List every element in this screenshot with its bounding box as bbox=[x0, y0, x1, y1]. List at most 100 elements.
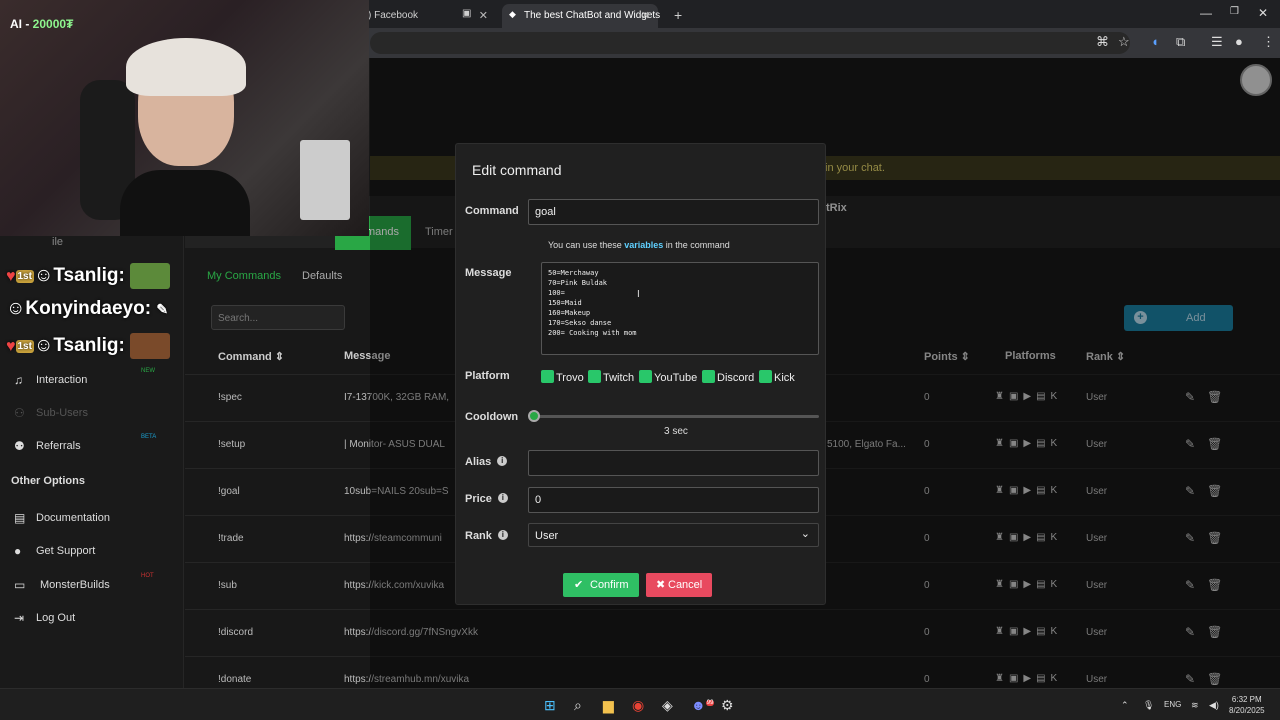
info-icon[interactable]: i bbox=[497, 530, 508, 540]
edit-command-modal: Edit command Command goal You can use th… bbox=[455, 143, 826, 605]
cancel-button[interactable]: ✖ Cancel bbox=[646, 573, 712, 597]
modal-title: Edit command bbox=[472, 162, 562, 178]
sidebar-section-other: Other Options bbox=[11, 475, 85, 487]
cooldown-value: 3 sec bbox=[664, 426, 688, 437]
cooldown-slider-handle[interactable] bbox=[528, 410, 540, 422]
tray-chevron-up-icon[interactable]: ⌃ bbox=[1121, 700, 1129, 711]
text-cursor-icon: I bbox=[637, 289, 640, 300]
chat-message: ♥ 1st ☺Tsanlig: bbox=[6, 263, 171, 289]
platform-label: Platform bbox=[465, 370, 510, 382]
microphone-icon[interactable]: 🎙 bbox=[1143, 700, 1154, 711]
rank-select[interactable]: User ⌄ bbox=[528, 523, 819, 547]
platform-twitch-checkbox[interactable]: Twitch bbox=[588, 370, 634, 384]
discord-icon[interactable]: ☻99 bbox=[691, 697, 715, 713]
language-indicator[interactable]: ENG bbox=[1164, 700, 1181, 709]
tab-chatbot[interactable]: ◆ The best ChatBot and Widgets ✕ bbox=[502, 4, 660, 28]
platform-kick-checkbox[interactable]: Kick bbox=[759, 370, 795, 384]
webcam-body bbox=[120, 170, 250, 236]
platform-youtube-checkbox[interactable]: YouTube bbox=[639, 370, 697, 384]
cat-badge-icon: ☺ bbox=[6, 298, 26, 319]
alias-label: Alias i bbox=[465, 456, 508, 468]
check-icon bbox=[588, 370, 601, 383]
info-icon[interactable]: i bbox=[497, 456, 508, 466]
steam-icon[interactable]: ◈ bbox=[662, 697, 673, 714]
music-note-icon: ♫ bbox=[14, 373, 23, 387]
minimize-icon[interactable]: — bbox=[1200, 6, 1212, 20]
picture-in-picture-icon[interactable]: ▣ bbox=[462, 8, 471, 19]
sidebar-item-referrals[interactable]: ⚉ Referrals BETA bbox=[0, 434, 184, 460]
people-icon: ⚉ bbox=[14, 439, 25, 453]
heart-badge-icon: ♥ bbox=[6, 268, 16, 286]
platform-trovo-checkbox[interactable]: Trovo bbox=[541, 370, 584, 384]
windows-start-icon[interactable]: ⊞ bbox=[544, 697, 556, 714]
check-icon bbox=[702, 370, 715, 383]
subtab-my-commands[interactable]: My Commands bbox=[207, 270, 281, 282]
cooldown-slider-track[interactable] bbox=[533, 415, 819, 418]
variables-link[interactable]: variables bbox=[624, 240, 663, 250]
extension-audio-icon[interactable]: ◖ bbox=[1151, 34, 1159, 49]
message-label: Message bbox=[465, 267, 512, 279]
tab-facebook[interactable]: ) Facebook ▣ ✕ bbox=[358, 4, 496, 28]
price-label: Price i bbox=[465, 493, 508, 505]
heart-badge-icon: ♥ bbox=[6, 338, 16, 356]
sidebar-item-monsterbuilds[interactable]: ▭ MonsterBuilds HOT bbox=[0, 573, 184, 599]
media-queue-icon[interactable]: ☰ bbox=[1211, 34, 1223, 50]
taskbar: ⊞ ⌕ ▆ ◉ ◈ ☻99 ⚙ ⌃ 🎙 ENG ≋ ◀) 6:32 PM 8/20… bbox=[0, 688, 1280, 720]
variables-hint: You can use these variables in the comma… bbox=[548, 240, 730, 250]
price-input[interactable]: 0 bbox=[528, 487, 819, 513]
message-textarea[interactable]: 50=Merchaway 70=Pink Buldak 100= 150=Mai… bbox=[541, 262, 819, 355]
bookmark-star-icon[interactable]: ☆ bbox=[1118, 34, 1130, 50]
sidebar-item-documentation[interactable]: ▤ Documentation bbox=[0, 506, 184, 532]
command-search-input[interactable]: Search... bbox=[211, 305, 345, 330]
command-input[interactable]: goal bbox=[528, 199, 819, 225]
sidebar-item-support[interactable]: ● Get Support bbox=[0, 539, 184, 565]
chat-message: ♥ 1st ☺Tsanlig: bbox=[6, 333, 171, 359]
tab-close-icon[interactable]: ✕ bbox=[641, 9, 650, 22]
new-badge: NEW bbox=[141, 368, 155, 374]
wifi-icon[interactable]: ≋ bbox=[1191, 700, 1199, 711]
col-command[interactable]: Command ⇕ bbox=[218, 350, 284, 363]
app-icon[interactable]: ⚙ bbox=[721, 697, 734, 714]
close-window-icon[interactable]: ✕ bbox=[1258, 6, 1268, 20]
info-icon[interactable]: i bbox=[497, 493, 508, 503]
alias-input[interactable] bbox=[528, 450, 819, 476]
address-bar[interactable] bbox=[370, 32, 1130, 54]
subscriber-badge: 1st bbox=[15, 269, 34, 283]
cat-badge-icon: ☺ bbox=[33, 335, 54, 357]
volume-icon[interactable]: ◀) bbox=[1209, 700, 1219, 711]
subtab-defaults[interactable]: Defaults bbox=[302, 270, 342, 282]
chat-message: ☺Konyindaeyo: ✎ bbox=[6, 298, 169, 319]
new-tab-button[interactable]: + bbox=[664, 4, 692, 28]
sidebar-item-logout[interactable]: ⇥ Log Out bbox=[0, 606, 184, 632]
search-icon[interactable]: ⌕ bbox=[574, 697, 582, 714]
profile-avatar-icon[interactable]: ● bbox=[1235, 34, 1243, 49]
restore-icon[interactable]: ❐ bbox=[1230, 6, 1239, 17]
check-icon: ✔ bbox=[574, 579, 584, 591]
sidebar-profile-label[interactable]: ile bbox=[52, 236, 63, 248]
tab-close-icon[interactable]: ✕ bbox=[479, 9, 488, 22]
discord-badge: 99 bbox=[705, 700, 715, 707]
chrome-icon[interactable]: ◉ bbox=[632, 697, 644, 714]
brush-emote-icon: ✎ bbox=[156, 301, 169, 317]
webcam-hair bbox=[126, 38, 246, 96]
platform-discord-checkbox[interactable]: Discord bbox=[702, 370, 754, 384]
webcam-overlay: AI - 20000₮ bbox=[0, 0, 369, 236]
document-icon: ▤ bbox=[14, 511, 26, 525]
check-icon bbox=[541, 370, 554, 383]
screen: { "browser": { "tabs": [ {"label": ") Fa… bbox=[0, 0, 1280, 720]
translate-icon[interactable]: ⌘ bbox=[1096, 34, 1109, 50]
extensions-puzzle-icon[interactable]: ⧉ bbox=[1176, 34, 1185, 50]
file-explorer-icon[interactable]: ▆ bbox=[603, 697, 614, 714]
clock[interactable]: 6:32 PM 8/20/2025 bbox=[1229, 694, 1265, 716]
dog-emote-icon bbox=[130, 333, 171, 359]
sidebar-item-sub-users[interactable]: ⚇ Sub-Users bbox=[0, 401, 184, 427]
logout-icon: ⇥ bbox=[14, 611, 25, 625]
cooldown-label: Cooldown bbox=[465, 411, 519, 423]
help-icon: ● bbox=[14, 544, 22, 558]
sidebar-item-interaction[interactable]: ♫ Interaction NEW bbox=[0, 368, 184, 394]
beta-badge: BETA bbox=[141, 434, 157, 440]
menu-kebab-icon[interactable]: ⋮ bbox=[1262, 34, 1275, 50]
site-favicon-icon: ◆ bbox=[509, 9, 516, 19]
confirm-button[interactable]: ✔ Confirm bbox=[563, 573, 639, 597]
close-icon: ✖ bbox=[656, 579, 666, 591]
